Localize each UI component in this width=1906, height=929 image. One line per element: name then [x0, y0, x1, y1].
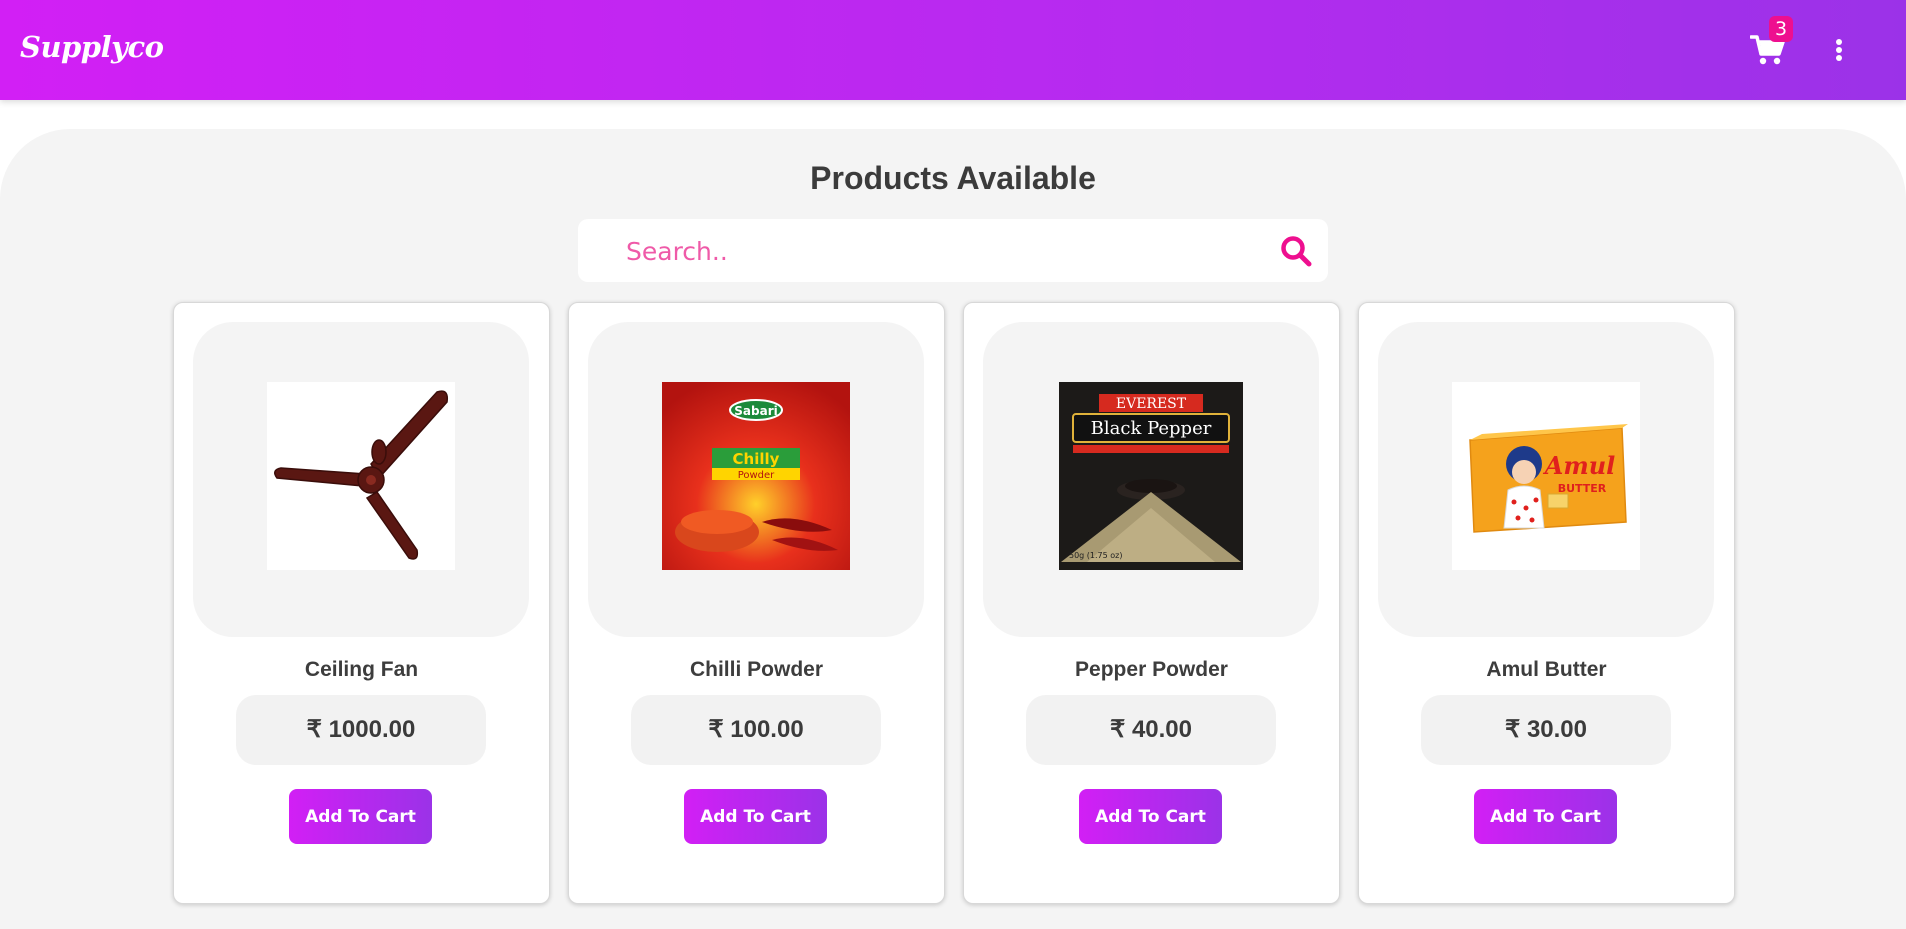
product-image-frame: EVEREST Black Pepper 50g (1.75 oz): [983, 322, 1319, 637]
product-price: ₹ 40.00: [1026, 695, 1276, 765]
product-price: ₹ 30.00: [1421, 695, 1671, 765]
product-image-frame: [193, 322, 529, 637]
chilli-label-text: Chilly: [733, 450, 780, 468]
brand-logo[interactable]: Supplyco: [20, 30, 164, 64]
search-icon[interactable]: [1280, 235, 1312, 267]
product-name: Ceiling Fan: [304, 658, 419, 681]
amul-butter-image[interactable]: Amul BUTTER: [1452, 382, 1640, 570]
product-price: ₹ 1000.00: [236, 695, 486, 765]
kebab-menu-icon[interactable]: [1830, 38, 1848, 64]
search-bar: [578, 219, 1328, 282]
product-card: EVEREST Black Pepper 50g (1.75 oz) Peppe…: [963, 302, 1340, 904]
search-input[interactable]: [624, 229, 1248, 273]
product-name: Chilli Powder: [689, 658, 823, 681]
add-to-cart-button[interactable]: Add To Cart: [289, 789, 432, 844]
product-card: Ceiling Fan ₹ 1000.00 Add To Cart: [173, 302, 550, 904]
ceiling-fan-image[interactable]: [267, 382, 455, 570]
chilli-sub-text: Powder: [738, 470, 775, 481]
product-price: ₹ 100.00: [631, 695, 881, 765]
add-to-cart-button[interactable]: Add To Cart: [1474, 789, 1617, 844]
product-name: Amul Butter: [1486, 658, 1607, 681]
butter-label-text: BUTTER: [1558, 482, 1607, 495]
pepper-weight-text: 50g (1.75 oz): [1069, 551, 1123, 560]
product-image-frame: Amul BUTTER: [1378, 322, 1714, 637]
chilli-powder-image[interactable]: Sabari Chilly Powder: [662, 382, 850, 570]
pepper-label-text: Black Pepper: [1091, 418, 1212, 439]
pepper-powder-image[interactable]: EVEREST Black Pepper 50g (1.75 oz): [1057, 382, 1245, 570]
top-navbar: Supplyco 3: [0, 0, 1906, 100]
product-card: Sabari Chilly Powder Chilli Powder ₹ 100…: [568, 302, 945, 904]
product-card: Amul BUTTER Amul Butter ₹ 30.00 Add To C…: [1358, 302, 1735, 904]
pepper-brand-text: EVEREST: [1116, 396, 1187, 412]
butter-brand-text: Amul: [1543, 451, 1616, 480]
add-to-cart-button[interactable]: Add To Cart: [1079, 789, 1222, 844]
chilli-brand-text: Sabari: [734, 404, 777, 418]
product-image-frame: Sabari Chilly Powder: [588, 322, 924, 637]
cart-count-badge: 3: [1769, 16, 1793, 42]
add-to-cart-button[interactable]: Add To Cart: [684, 789, 827, 844]
product-name: Pepper Powder: [1075, 658, 1228, 681]
page-title: Products Available: [810, 160, 1096, 196]
